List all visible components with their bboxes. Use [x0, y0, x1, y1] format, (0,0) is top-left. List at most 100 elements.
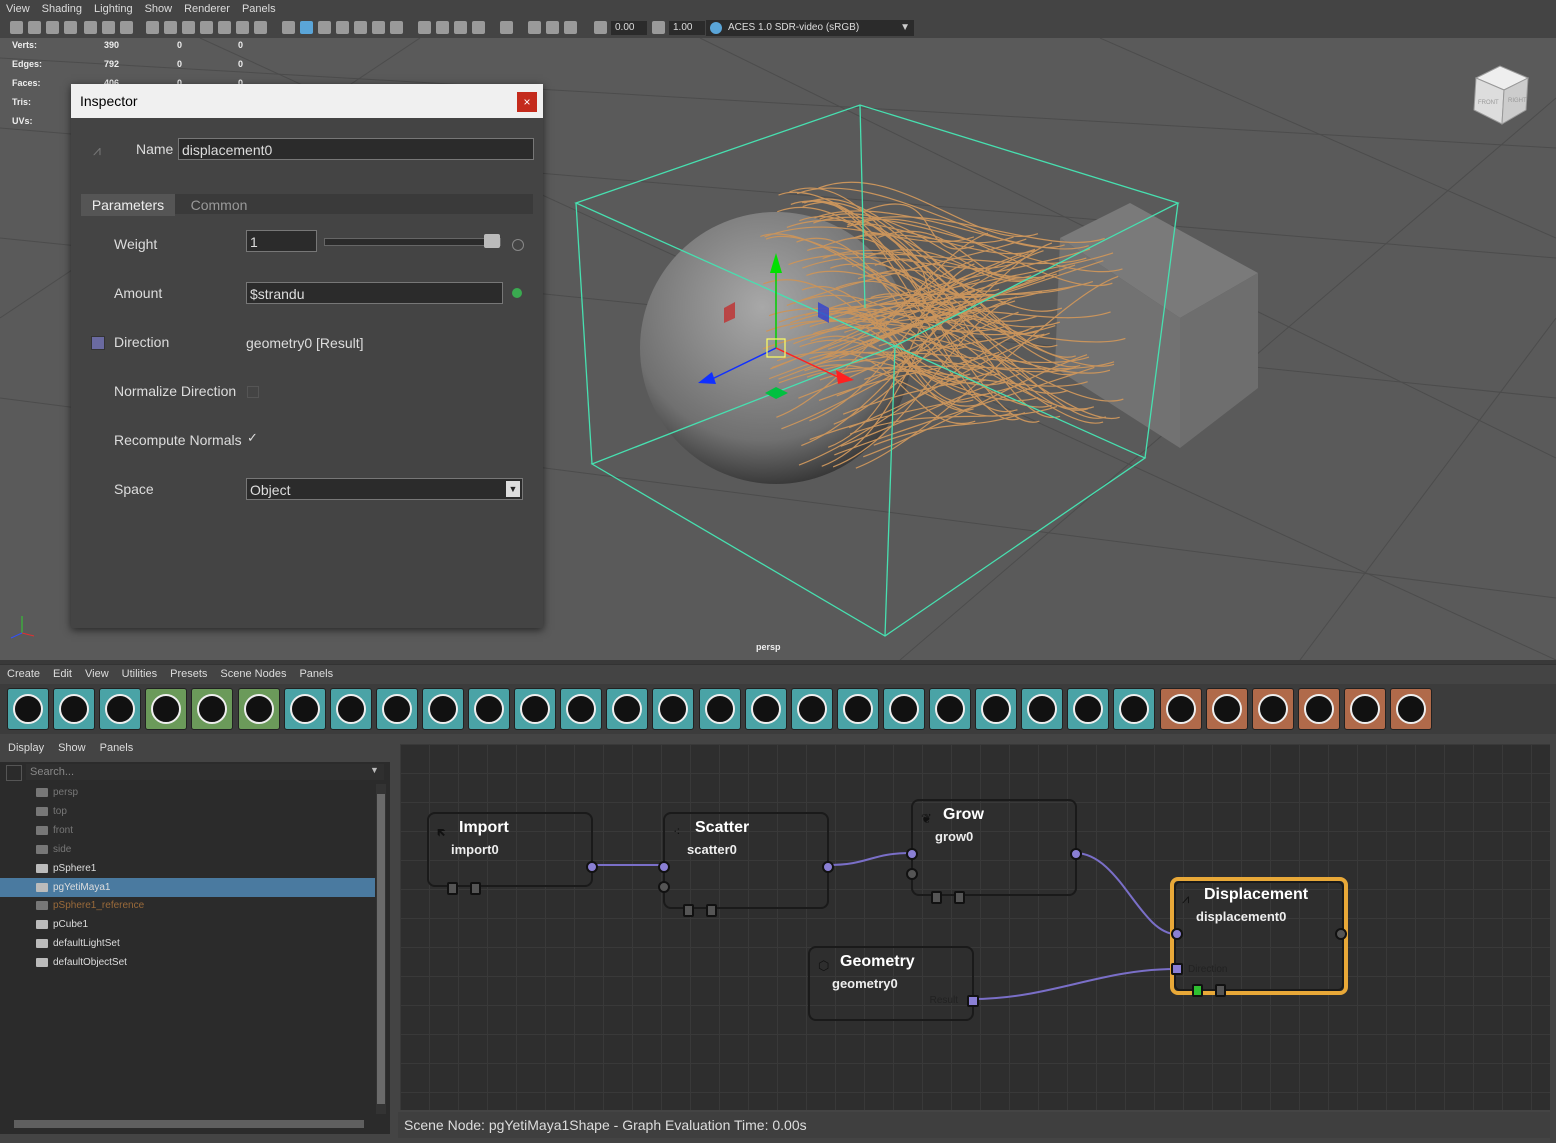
- xray-components-icon[interactable]: [564, 21, 577, 34]
- field-chart-icon[interactable]: [218, 21, 231, 34]
- resolution-gate-icon[interactable]: [182, 21, 195, 34]
- shelf-button-cube[interactable]: [1251, 688, 1294, 730]
- gamma-icon[interactable]: [652, 21, 665, 34]
- shelf-button-paint[interactable]: [975, 688, 1018, 730]
- input-port[interactable]: [1171, 928, 1183, 940]
- chevron-down-icon[interactable]: ▼: [370, 765, 379, 775]
- shelf-button-clump[interactable]: [329, 688, 372, 730]
- shelf-button-exclamation[interactable]: [283, 688, 326, 730]
- shelf-button-scatter[interactable]: [145, 688, 188, 730]
- depth-of-field-icon[interactable]: [472, 21, 485, 34]
- shelf-button-split[interactable]: [698, 688, 741, 730]
- view-cube-front[interactable]: FRONT: [1478, 100, 1499, 106]
- textured-icon[interactable]: [354, 21, 367, 34]
- output-port[interactable]: [1070, 848, 1082, 860]
- outliner-item[interactable]: front: [0, 821, 375, 840]
- exposure-field[interactable]: 0.00: [611, 21, 647, 35]
- grid-icon[interactable]: [146, 21, 159, 34]
- menu-create[interactable]: Create: [0, 665, 46, 680]
- tab-common[interactable]: Common: [179, 194, 259, 216]
- recompute-normals-checkbox[interactable]: ✓: [247, 430, 258, 446]
- input-port[interactable]: [658, 881, 670, 893]
- node-toggle[interactable]: [683, 904, 694, 917]
- name-field[interactable]: displacement0: [178, 138, 534, 160]
- shelf-button-move[interactable]: [1067, 688, 1110, 730]
- inspector-titlebar[interactable]: Inspector: [71, 84, 543, 118]
- shelf-button-brush[interactable]: [375, 688, 418, 730]
- shelf-button-comb[interactable]: [468, 688, 510, 730]
- outliner-item[interactable]: persp: [0, 783, 375, 802]
- amount-keyframe-dot[interactable]: [512, 288, 522, 298]
- 2d-pan-icon[interactable]: [102, 21, 115, 34]
- weight-field[interactable]: 1: [246, 230, 317, 252]
- screen-space-ao-icon[interactable]: [418, 21, 431, 34]
- menu-shading[interactable]: Shading: [36, 0, 88, 15]
- shelf-button-leaf[interactable]: [191, 688, 234, 730]
- shelf-button-filter[interactable]: [1113, 688, 1156, 730]
- menu-view[interactable]: View: [0, 0, 36, 15]
- lights-icon[interactable]: [372, 21, 385, 34]
- amount-field[interactable]: $strandu: [246, 282, 503, 304]
- result-output-port[interactable]: [967, 995, 979, 1007]
- outliner-item[interactable]: pSphere1: [0, 859, 375, 878]
- shelf-button-pointer[interactable]: [7, 688, 49, 730]
- gate-mask-icon[interactable]: [200, 21, 213, 34]
- menu-show[interactable]: Show: [139, 0, 179, 15]
- normalize-direction-checkbox[interactable]: [247, 386, 259, 398]
- xray-joints-icon[interactable]: [546, 21, 559, 34]
- node-scatter[interactable]: ⁖ Scatter scatter0: [658, 812, 834, 917]
- shelf-button-hand[interactable]: [606, 688, 649, 730]
- input-port[interactable]: [906, 848, 918, 860]
- outliner-item[interactable]: pgYetiMaya1: [0, 877, 375, 897]
- node-toggle[interactable]: [931, 891, 942, 904]
- menu-edit[interactable]: Edit: [46, 665, 78, 680]
- menu-display[interactable]: Display: [0, 742, 50, 754]
- film-gate-icon[interactable]: [164, 21, 177, 34]
- node-geometry[interactable]: ⬡ Geometry geometry0 Result: [808, 946, 979, 1021]
- node-grow[interactable]: ❦ Grow grow0: [906, 799, 1082, 904]
- outliner-item[interactable]: top: [0, 802, 375, 821]
- shelf-button-image[interactable]: [1205, 688, 1248, 730]
- scrollbar-thumb[interactable]: [377, 794, 385, 1104]
- snapshot-icon[interactable]: [120, 21, 133, 34]
- camera-icon[interactable]: [10, 21, 23, 34]
- output-port[interactable]: [586, 861, 598, 873]
- node-toggle[interactable]: [1192, 984, 1203, 997]
- shelf-button-displacement[interactable]: [652, 688, 695, 730]
- view-cube-right[interactable]: RIGHT: [1508, 98, 1527, 104]
- output-port[interactable]: [822, 861, 834, 873]
- menu-scene-nodes[interactable]: Scene Nodes: [213, 665, 292, 680]
- isolate-select-icon[interactable]: [500, 21, 513, 34]
- input-port[interactable]: [906, 868, 918, 880]
- shelf-button-puzzle[interactable]: [53, 688, 96, 730]
- smooth-shade-icon[interactable]: [300, 21, 313, 34]
- shelf-button-curl[interactable]: [514, 688, 557, 730]
- exposure-icon[interactable]: [594, 21, 607, 34]
- wireframe-on-shaded-icon[interactable]: [336, 21, 349, 34]
- wireframe-icon[interactable]: [282, 21, 295, 34]
- cube-object[interactable]: [1055, 203, 1258, 448]
- bookmark-icon[interactable]: [46, 21, 59, 34]
- shelf-button-arrow-up[interactable]: [790, 688, 833, 730]
- close-button[interactable]: ×: [517, 92, 537, 112]
- tab-parameters[interactable]: Parameters: [81, 194, 175, 216]
- shelf-button-clock[interactable]: [836, 688, 879, 730]
- shelf-button-spiral[interactable]: [560, 688, 603, 730]
- shelf-button-curve[interactable]: [929, 688, 971, 730]
- node-toggle[interactable]: [706, 904, 717, 917]
- outliner-vscrollbar[interactable]: [376, 784, 386, 1114]
- search-input[interactable]: Search...: [26, 764, 384, 780]
- outliner-hscrollbar[interactable]: [14, 1120, 364, 1128]
- input-port[interactable]: [658, 861, 670, 873]
- menu-utilities[interactable]: Utilities: [115, 665, 163, 680]
- shelf-button-scissors[interactable]: [744, 688, 787, 730]
- shelf-button-cylinder[interactable]: [237, 688, 280, 730]
- node-toggle[interactable]: [470, 882, 481, 895]
- node-graph[interactable]: 🡼 Import import0 ⁖ Scatter scatter0 ❦ Gr…: [400, 744, 1550, 1110]
- weight-slider[interactable]: [324, 234, 501, 248]
- shadows-icon[interactable]: [390, 21, 403, 34]
- anti-aliasing-icon[interactable]: [454, 21, 467, 34]
- outliner-item[interactable]: side: [0, 840, 375, 859]
- safe-action-icon[interactable]: [236, 21, 249, 34]
- menu-panels[interactable]: Panels: [92, 742, 140, 754]
